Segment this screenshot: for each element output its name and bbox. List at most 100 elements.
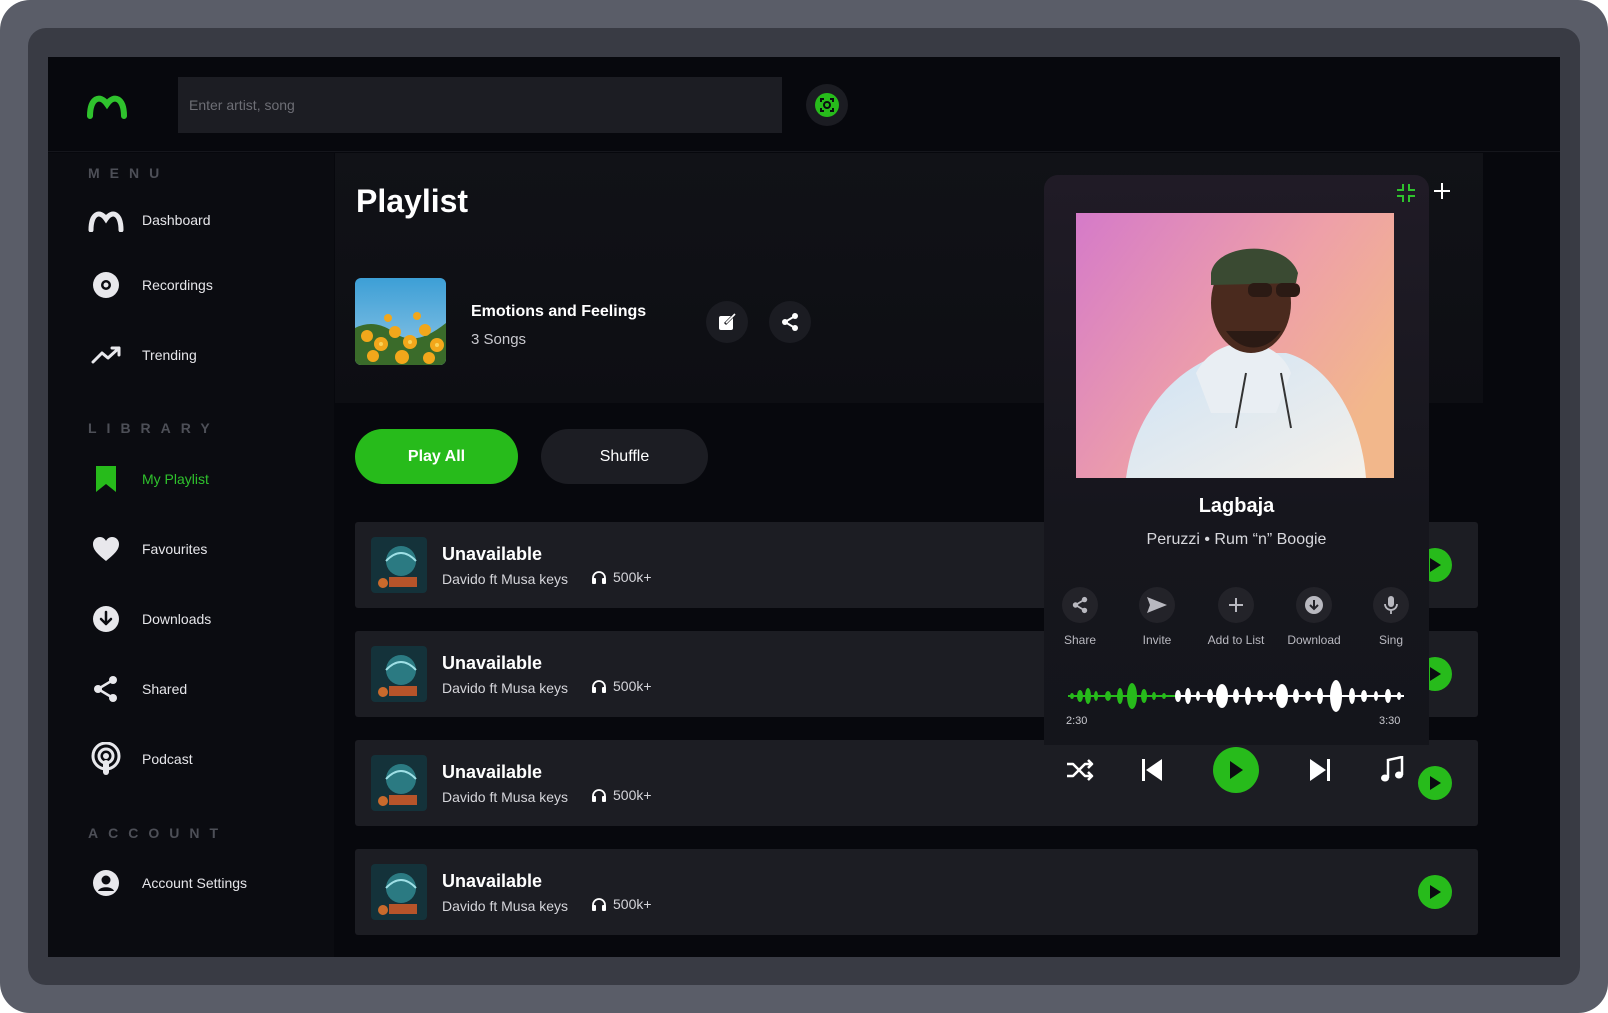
app-screen: MENU Dashboard Recordings Trending LIBRA… xyxy=(48,57,1560,957)
sidebar-item-downloads[interactable]: Downloads xyxy=(88,601,318,637)
track-plays: 500k+ xyxy=(591,896,652,912)
table-row[interactable]: Unavailable Davido ft Musa keys 500k+ xyxy=(355,849,1478,935)
play-all-button[interactable]: Play All xyxy=(355,429,518,484)
track-title: Unavailable xyxy=(442,762,543,782)
playlist-cover-image[interactable] xyxy=(355,278,446,365)
track-title: Unavailable xyxy=(442,871,543,891)
track-artist: Davido ft Musa keys xyxy=(442,680,569,696)
track-artist: Davido ft Musa keys xyxy=(442,571,569,587)
skip-previous-icon xyxy=(1142,759,1162,781)
sidebar-item-label: Recordings xyxy=(142,277,213,293)
trending-icon xyxy=(91,346,121,364)
sidebar-item-dashboard[interactable]: Dashboard xyxy=(88,202,318,238)
add-icon[interactable] xyxy=(1431,180,1453,202)
track-play-button[interactable] xyxy=(1418,875,1452,909)
track-plays-count: 500k+ xyxy=(613,896,652,912)
logo-icon[interactable] xyxy=(86,90,128,120)
share-playlist-button[interactable] xyxy=(769,301,811,343)
sidebar-item-podcast[interactable]: Podcast xyxy=(88,741,318,777)
shuffle-icon xyxy=(1067,759,1094,781)
track-title: Unavailable xyxy=(442,653,543,673)
sidebar-item-trending[interactable]: Trending xyxy=(88,337,318,373)
bookmark-icon xyxy=(96,466,116,492)
disc-icon xyxy=(93,272,119,298)
track-plays: 500k+ xyxy=(591,787,652,803)
playlist-name: Emotions and Feelings xyxy=(471,303,647,320)
library-section-label: LIBRARY xyxy=(88,420,220,436)
page-title: Playlist xyxy=(356,183,469,219)
time-current: 2:30 xyxy=(1066,715,1088,727)
shuffle-button[interactable]: Shuffle xyxy=(541,429,708,484)
edit-playlist-button[interactable] xyxy=(706,301,748,343)
sidebar-item-favourites[interactable]: Favourites xyxy=(88,531,318,567)
np-action-label: Invite xyxy=(1142,633,1172,647)
headphones-icon xyxy=(592,680,606,693)
headphones-icon xyxy=(592,571,606,584)
top-bar xyxy=(48,57,1560,152)
track-title: Unavailable xyxy=(442,544,543,564)
user-icon xyxy=(93,870,119,896)
now-playing-artwork xyxy=(1076,213,1394,478)
plus-icon xyxy=(1229,598,1243,612)
sidebar-item-label: My Playlist xyxy=(142,471,209,487)
waveform-progress[interactable] xyxy=(1066,675,1406,717)
sidebar-item-shared[interactable]: Shared xyxy=(88,671,318,707)
sidebar-item-label: Dashboard xyxy=(142,212,211,228)
np-action-label: Sing xyxy=(1378,633,1404,647)
share-icon xyxy=(94,676,117,702)
np-share-button[interactable]: Share xyxy=(1045,587,1115,647)
sidebar-item-label: Shared xyxy=(142,681,188,697)
play-icon xyxy=(1430,558,1441,572)
time-total: 3:30 xyxy=(1379,715,1401,727)
now-playing-panel: Lagbaja Peruzzi • Rum “n” Boogie Share I… xyxy=(1044,175,1429,745)
music-note-icon xyxy=(1381,756,1404,782)
headphones-icon xyxy=(592,898,606,911)
now-playing-subtitle: Peruzzi • Rum “n” Boogie xyxy=(1146,531,1327,548)
sidebar-item-account-settings[interactable]: Account Settings xyxy=(88,865,318,901)
search-input[interactable] xyxy=(178,77,782,133)
sidebar-item-label: Favourites xyxy=(142,541,208,557)
np-download-button[interactable]: Download xyxy=(1279,587,1349,647)
track-artwork xyxy=(371,864,427,920)
share-icon xyxy=(782,313,798,331)
heart-icon xyxy=(93,537,119,561)
track-artist: Davido ft Musa keys xyxy=(442,789,569,805)
track-artwork xyxy=(371,755,427,811)
next-button[interactable] xyxy=(1303,753,1337,787)
track-artwork xyxy=(371,537,427,593)
track-plays-count: 500k+ xyxy=(613,569,652,585)
previous-button[interactable] xyxy=(1135,753,1169,787)
scan-button[interactable] xyxy=(806,84,848,126)
np-action-label: Share xyxy=(1063,633,1097,647)
skip-next-icon xyxy=(1310,759,1330,781)
play-pause-button[interactable] xyxy=(1213,747,1259,793)
sidebar-item-label: Downloads xyxy=(142,611,212,627)
np-action-label: Add to List xyxy=(1207,633,1265,647)
play-icon xyxy=(1230,761,1243,779)
track-play-button[interactable] xyxy=(1418,766,1452,800)
play-icon xyxy=(1430,667,1441,681)
now-playing-title: Lagbaja xyxy=(1198,495,1275,517)
track-plays: 500k+ xyxy=(591,678,652,694)
sidebar-item-label: Trending xyxy=(142,347,197,363)
headphones-icon xyxy=(592,789,606,802)
lyrics-button[interactable] xyxy=(1375,753,1409,787)
menu-section-label: MENU xyxy=(88,165,170,181)
sidebar-item-label: Account Settings xyxy=(142,875,248,891)
podcast-icon xyxy=(91,742,121,775)
play-icon xyxy=(1430,885,1441,899)
playlist-song-count: 3 Songs xyxy=(471,331,527,348)
share-icon xyxy=(1072,596,1088,614)
np-add-to-list-button[interactable]: Add to List xyxy=(1201,587,1271,647)
track-plays-count: 500k+ xyxy=(613,787,652,803)
sidebar-item-label: Podcast xyxy=(142,751,193,767)
scan-icon xyxy=(815,93,839,117)
track-plays-count: 500k+ xyxy=(613,678,652,694)
np-invite-button[interactable]: Invite xyxy=(1122,587,1192,647)
sidebar-item-my-playlist[interactable]: My Playlist xyxy=(88,461,318,497)
shuffle-control[interactable] xyxy=(1063,753,1097,787)
collapse-icon[interactable] xyxy=(1396,183,1416,203)
sidebar-item-recordings[interactable]: Recordings xyxy=(88,267,318,303)
track-plays: 500k+ xyxy=(591,569,652,585)
np-sing-button[interactable]: Sing xyxy=(1356,587,1426,647)
